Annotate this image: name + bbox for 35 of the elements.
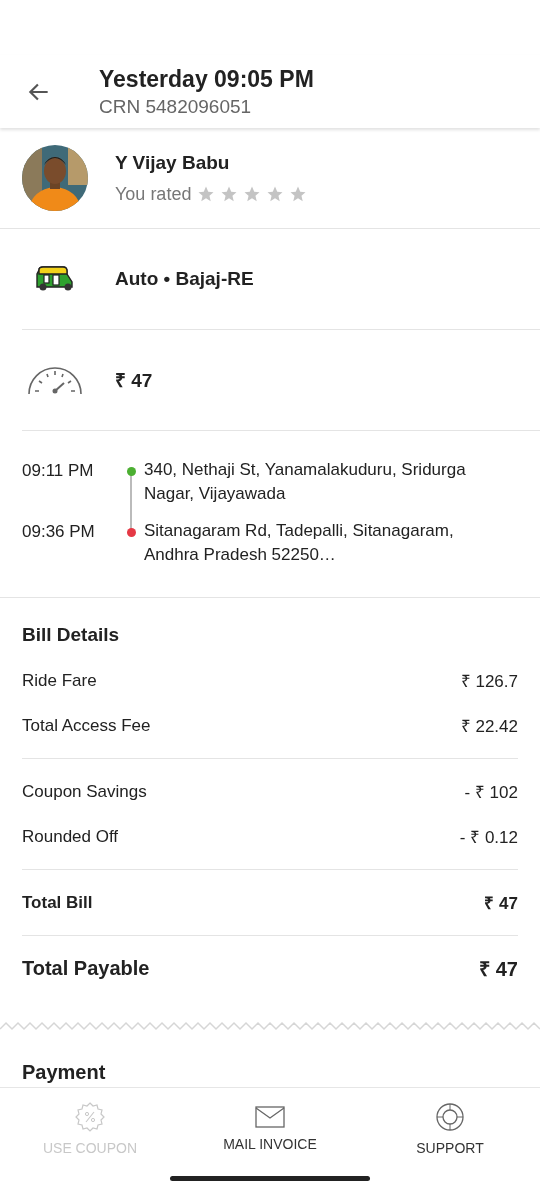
star-icon xyxy=(289,185,308,203)
driver-name: Y Vijay Babu xyxy=(115,151,231,174)
star-icon xyxy=(197,185,216,203)
bill-label: Ride Fare xyxy=(22,670,97,691)
stop-address: Sitanagaram Rd, Tadepalli, Sitanagaram, Andhra Pradesh 52250… xyxy=(144,520,455,566)
star-icon xyxy=(243,185,262,203)
envelope-icon xyxy=(255,1106,285,1128)
ride-date-title: Yesterday 09:05 PM xyxy=(99,65,314,93)
vehicle-type: Auto • Bajaj-RE xyxy=(115,268,254,290)
bill-label: Total Access Fee xyxy=(22,715,151,736)
percent-badge-icon xyxy=(75,1102,105,1132)
bill-amount: ₹ 126.7 xyxy=(460,671,518,692)
stop-time: 09:11 PM xyxy=(22,461,95,481)
star-icon xyxy=(266,185,285,203)
rating-label: You rated xyxy=(115,183,192,205)
bill-label: Total Bill xyxy=(22,892,93,913)
stop-time: 09:36 PM xyxy=(22,522,96,542)
bill-amount: ₹ 47 xyxy=(484,893,518,914)
bill-amount: - ₹ 102 xyxy=(464,782,518,803)
bill-label: Coupon Savings xyxy=(22,781,147,802)
payment-heading: Payment xyxy=(22,1061,106,1083)
bill-amount: ₹ 22.42 xyxy=(460,716,518,737)
bill-label: Total Payable xyxy=(22,957,150,980)
bill-label: Rounded Off xyxy=(22,826,119,847)
bill-details-heading: Bill Details xyxy=(22,624,121,646)
bill-amount: ₹ 47 xyxy=(479,957,518,982)
star-rating[interactable] xyxy=(197,185,308,203)
bill-amount: - ₹ 0.12 xyxy=(459,827,518,848)
lifebuoy-icon xyxy=(435,1102,465,1132)
star-icon xyxy=(220,185,239,203)
crn-number: CRN 5482096051 xyxy=(99,95,253,118)
stop-address: 340, Nethaji St, Yanamalakuduru, Sridurga Nagar, Vijayawada xyxy=(144,459,467,505)
mail-invoice-button[interactable]: MAIL INVOICE xyxy=(180,1088,360,1170)
fare-amount: ₹ 47 xyxy=(115,369,153,393)
support-button[interactable]: SUPPORT xyxy=(360,1088,540,1170)
